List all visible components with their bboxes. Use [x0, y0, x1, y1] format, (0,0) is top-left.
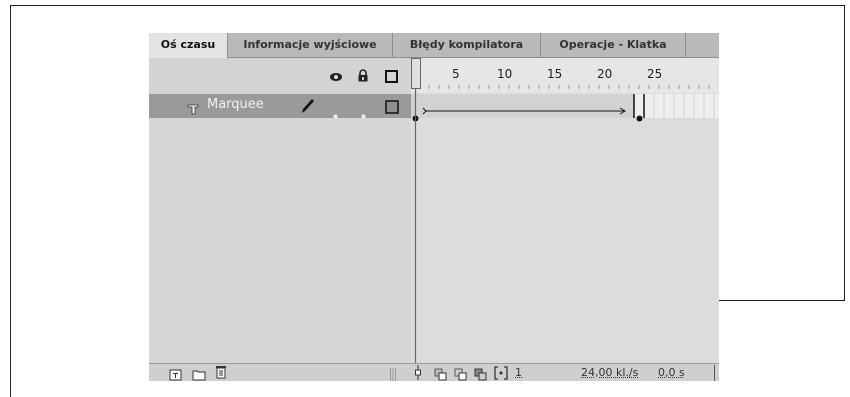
outline-swatch-icon[interactable] — [385, 99, 399, 118]
tab-timeline[interactable]: Oś czasu — [149, 33, 228, 58]
tab-output[interactable]: Informacje wyjściowe — [228, 33, 393, 57]
frame-ruler[interactable]: 1 5 10 15 20 25 — [411, 58, 719, 93]
timeline-panel: Oś czasu Informacje wyjściowe Błędy komp… — [149, 33, 719, 381]
layer-frames-row[interactable] — [411, 94, 719, 122]
frames-grid — [411, 94, 715, 118]
keyframe-end-icon[interactable] — [636, 107, 643, 126]
ruler-mark-5: 5 — [452, 67, 460, 81]
tab-compiler-errors[interactable]: Błędy kompilatora — [393, 33, 541, 57]
elapsed-time[interactable]: 0,0 s — [658, 366, 685, 379]
frame-rate[interactable]: 24,00 kl./s — [581, 366, 638, 379]
panel-resize-grip-icon[interactable] — [389, 366, 397, 381]
pencil-icon — [301, 98, 315, 118]
status-bar: 1 24,00 kl./s 0,0 s — [149, 363, 719, 381]
ruler-mark-25: 25 — [647, 67, 663, 81]
layer-row-marquee[interactable]: Marquee — [149, 94, 411, 119]
eye-icon[interactable] — [329, 68, 343, 87]
tab-actions-frame[interactable]: Operacje - Klatka — [541, 33, 686, 57]
statusbar-divider — [714, 365, 715, 381]
ruler-mark-15: 15 — [547, 67, 563, 81]
lock-dot-icon[interactable] — [361, 104, 366, 123]
modify-markers-icon[interactable] — [494, 365, 508, 381]
playhead[interactable] — [411, 58, 421, 363]
timeline-area: 1 5 10 15 20 25 — [411, 58, 719, 363]
center-frame-icon[interactable] — [414, 365, 422, 381]
visibility-dot-icon[interactable] — [333, 104, 338, 123]
layer-icon — [187, 100, 199, 119]
onion-skin-outlines-icon[interactable] — [454, 366, 467, 381]
delete-icon[interactable] — [215, 364, 227, 381]
layers-panel: Marquee — [149, 58, 411, 363]
layer-header — [149, 58, 411, 93]
frame-left-border — [10, 5, 11, 397]
edit-multiple-frames-icon[interactable] — [474, 366, 487, 381]
layer-name[interactable]: Marquee — [207, 97, 264, 112]
ruler-mark-20: 20 — [597, 67, 613, 81]
tab-bar: Oś czasu Informacje wyjściowe Błędy komp… — [149, 33, 719, 58]
new-folder-icon[interactable] — [192, 366, 206, 381]
onion-skin-icon[interactable] — [434, 366, 447, 381]
outline-icon[interactable] — [385, 68, 398, 87]
frame-right-border — [844, 5, 845, 301]
lock-icon[interactable] — [357, 67, 369, 86]
ruler-mark-10: 10 — [497, 67, 513, 81]
current-frame[interactable]: 1 — [515, 366, 522, 379]
new-layer-icon[interactable] — [169, 366, 182, 381]
frame-top-border — [10, 5, 845, 6]
